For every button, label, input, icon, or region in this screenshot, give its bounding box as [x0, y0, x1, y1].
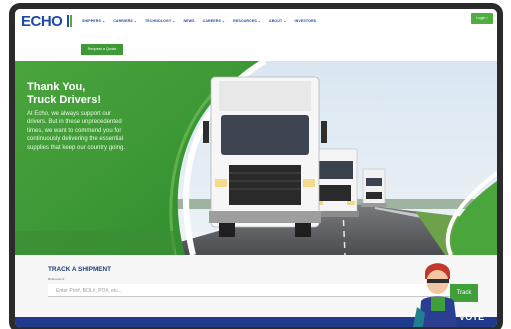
hero-body-text: At Echo, we always support our drivers. … — [27, 111, 126, 151]
browser-frame: ECHO SHIPPERS ⌄ CARRIERS ⌄ TECHNOLOGY ⌄ … — [15, 9, 497, 327]
hero-title-line2: Truck Drivers! — [27, 94, 101, 106]
driver-mascot-icon[interactable] — [413, 257, 463, 327]
reference-label: Reference # — [48, 277, 65, 281]
nav-technology[interactable]: TECHNOLOGY ⌄ — [145, 19, 176, 23]
nav-careers[interactable]: CAREERS ⌄ — [203, 19, 225, 23]
hero-title: Thank You, Truck Drivers! — [27, 81, 101, 107]
main-nav: SHIPPERS ⌄ CARRIERS ⌄ TECHNOLOGY ⌄ NEWS … — [82, 19, 316, 23]
hero-banner: Thank You, Truck Drivers! At Echo, we al… — [15, 61, 497, 255]
echo-logo[interactable]: ECHO — [21, 13, 63, 30]
hero-title-line1: Thank You, — [27, 81, 86, 93]
nav-shippers[interactable]: SHIPPERS ⌄ — [82, 19, 105, 23]
logo-mark-icon — [67, 15, 72, 27]
login-button[interactable]: Login › — [471, 13, 493, 24]
tracking-input[interactable]: Enter Pro#, BOL#, PO#, etc... — [48, 284, 450, 297]
nav-investors[interactable]: INVESTORS — [295, 19, 317, 23]
vote-badge[interactable]: VOTE — [459, 312, 484, 322]
nav-about[interactable]: ABOUT ⌄ — [269, 19, 287, 23]
tracking-input-placeholder: Enter Pro#, BOL#, PO#, etc... — [56, 288, 122, 294]
request-quote-button[interactable]: Request a Quote — [81, 44, 123, 55]
nav-resources[interactable]: RESOURCES ⌄ — [233, 19, 261, 23]
nav-news[interactable]: NEWS — [183, 19, 194, 23]
nav-carriers[interactable]: CARRIERS ⌄ — [113, 19, 137, 23]
track-title: TRACK A SHIPMENT — [48, 266, 112, 273]
site-header: ECHO SHIPPERS ⌄ CARRIERS ⌄ TECHNOLOGY ⌄ … — [15, 9, 497, 35]
